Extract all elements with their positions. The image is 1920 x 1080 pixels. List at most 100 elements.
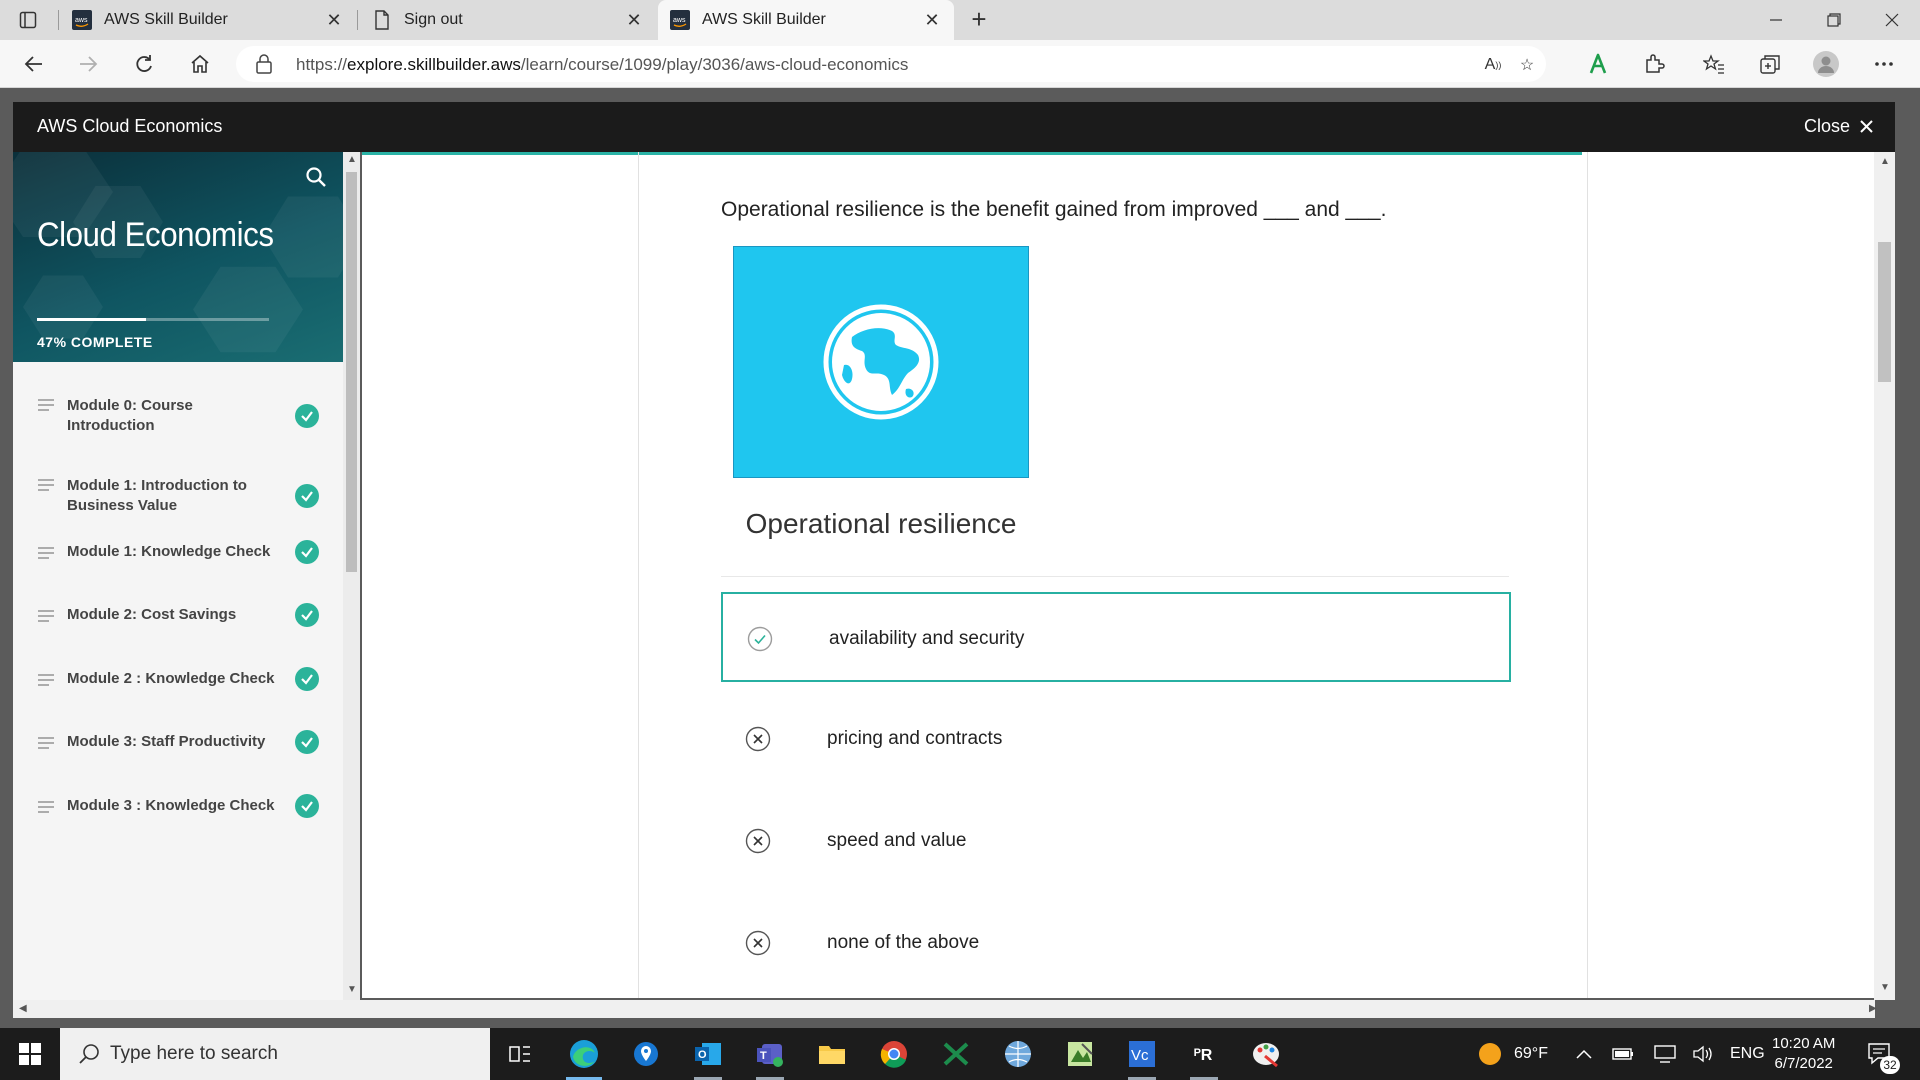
task-view-icon[interactable] bbox=[492, 1028, 548, 1080]
notifications-icon[interactable]: 32 bbox=[1866, 1028, 1900, 1080]
read-aloud-icon[interactable]: A)) bbox=[1482, 54, 1504, 76]
module-label: Module 1: Knowledge Check bbox=[67, 543, 271, 560]
drag-handle-icon bbox=[37, 800, 55, 819]
answer-option[interactable]: speed and value bbox=[721, 796, 1511, 886]
more-menu-icon[interactable] bbox=[1866, 48, 1902, 80]
new-tab-icon[interactable]: + bbox=[965, 6, 993, 34]
tab-title: Sign out bbox=[404, 11, 463, 28]
collections-icon[interactable] bbox=[1752, 48, 1788, 80]
sidebar-module-item[interactable]: Module 3: Staff Productivity bbox=[13, 726, 343, 786]
content-scroll-thumb[interactable] bbox=[1878, 242, 1891, 382]
module-label: Module 2: Cost Savings bbox=[67, 606, 237, 623]
address-bar[interactable]: https://explore.skillbuilder.aws/learn/c… bbox=[236, 46, 1546, 82]
sidebar-module-item[interactable]: Module 0: Course Introduction bbox=[13, 388, 343, 448]
close-tab-icon[interactable]: ✕ bbox=[324, 10, 344, 30]
scroll-up-icon[interactable]: ▲ bbox=[1880, 156, 1890, 167]
add-favorite-icon[interactable]: ☆ bbox=[1516, 54, 1538, 76]
visio-app-icon[interactable]: Vc bbox=[1114, 1028, 1170, 1080]
taskbar-search-box[interactable]: Type here to search bbox=[60, 1028, 490, 1080]
correct-check-icon bbox=[747, 626, 773, 652]
completed-check-icon bbox=[295, 667, 319, 691]
search-icon[interactable] bbox=[305, 166, 327, 193]
scroll-left-icon[interactable]: ◀ bbox=[19, 1003, 27, 1014]
divider bbox=[721, 576, 1509, 577]
course-sidebar: Cloud Economics 47% COMPLETE Module 0: C… bbox=[13, 152, 343, 1000]
outlook-app-icon[interactable]: O bbox=[680, 1028, 736, 1080]
weather-widget[interactable]: 69°F bbox=[1478, 1028, 1548, 1080]
scroll-down-icon[interactable]: ▼ bbox=[1880, 982, 1890, 993]
teams-app-icon[interactable]: T bbox=[742, 1028, 798, 1080]
answer-option[interactable]: availability and security bbox=[721, 592, 1511, 682]
chrome-app-icon[interactable] bbox=[866, 1028, 922, 1080]
drag-handle-icon bbox=[37, 398, 55, 417]
paint-app-icon[interactable] bbox=[1238, 1028, 1294, 1080]
extension-a-icon[interactable] bbox=[1580, 48, 1616, 80]
completed-check-icon bbox=[295, 404, 319, 428]
sidebar-module-item[interactable]: Module 1: Introduction to Business Value bbox=[13, 468, 343, 528]
taskbar-clock[interactable]: 10:20 AM 6/7/2022 bbox=[1772, 1034, 1835, 1074]
lesson-content: Operational resilience is the benefit ga… bbox=[362, 152, 1874, 998]
windows-start-icon[interactable] bbox=[0, 1028, 60, 1080]
close-course-button[interactable]: Close bbox=[1804, 116, 1873, 137]
forward-icon[interactable] bbox=[70, 48, 106, 80]
question-image bbox=[733, 246, 1029, 478]
favorites-icon[interactable] bbox=[1696, 48, 1732, 80]
file-explorer-icon[interactable] bbox=[804, 1028, 860, 1080]
battery-icon[interactable] bbox=[1612, 1028, 1634, 1080]
progress-bar bbox=[37, 318, 269, 321]
browser-tab-2[interactable]: Sign out ✕ bbox=[360, 0, 656, 40]
maps-app-icon[interactable] bbox=[618, 1028, 674, 1080]
scroll-right-icon[interactable]: ▶ bbox=[1869, 1003, 1877, 1014]
sidebar-module-item[interactable]: Module 3 : Knowledge Check bbox=[13, 790, 343, 850]
x-app-icon[interactable] bbox=[928, 1028, 984, 1080]
drawing-app-icon[interactable] bbox=[1052, 1028, 1108, 1080]
sidebar-scrollbar[interactable]: ▲ ▼ bbox=[343, 152, 360, 1000]
browser-tab-1[interactable]: aws AWS Skill Builder ✕ bbox=[60, 0, 356, 40]
r-app-icon[interactable]: ᴾR bbox=[1176, 1028, 1232, 1080]
scroll-down-icon[interactable]: ▼ bbox=[347, 984, 357, 995]
minimize-icon[interactable] bbox=[1748, 0, 1804, 40]
sidebar-course-title: Cloud Economics bbox=[37, 216, 274, 254]
content-scrollbar[interactable]: ▲ ▼ bbox=[1874, 152, 1895, 1000]
sidebar-scroll-thumb[interactable] bbox=[346, 172, 357, 572]
sidebar-module-item[interactable]: Module 2 : Knowledge Check bbox=[13, 663, 343, 723]
incorrect-x-icon bbox=[745, 828, 771, 854]
sidebar-hero: Cloud Economics 47% COMPLETE bbox=[13, 152, 343, 362]
extensions-icon[interactable] bbox=[1636, 48, 1672, 80]
browser-tab-3[interactable]: aws AWS Skill Builder ✕ bbox=[658, 0, 954, 40]
quiz-question: Operational resilience is the benefit ga… bbox=[721, 198, 1387, 221]
answer-option[interactable]: pricing and contracts bbox=[721, 694, 1511, 784]
restore-icon[interactable] bbox=[1806, 0, 1862, 40]
completed-check-icon bbox=[295, 794, 319, 818]
progress-fill bbox=[37, 318, 147, 321]
close-tab-icon[interactable]: ✕ bbox=[922, 10, 942, 30]
refresh-icon[interactable] bbox=[126, 48, 162, 80]
profile-avatar-icon[interactable] bbox=[1808, 48, 1844, 80]
scroll-up-icon[interactable]: ▲ bbox=[347, 154, 357, 165]
back-icon[interactable] bbox=[16, 48, 52, 80]
answer-option[interactable]: none of the above bbox=[721, 898, 1511, 988]
answer-text: availability and security bbox=[829, 628, 1025, 649]
page-viewport: AWS Cloud Economics Close Cloud Economic… bbox=[0, 88, 1920, 1028]
close-window-icon[interactable] bbox=[1864, 0, 1920, 40]
taskbar-search-placeholder: Type here to search bbox=[110, 1043, 278, 1064]
quiz-card: Operational resilience is the benefit ga… bbox=[638, 152, 1588, 998]
edge-app-icon[interactable] bbox=[556, 1028, 612, 1080]
sidebar-module-item[interactable]: Module 2: Cost Savings bbox=[13, 599, 343, 659]
sidebar-module-item[interactable]: Module 1: Knowledge Check bbox=[13, 536, 343, 596]
hex-decoration bbox=[23, 275, 103, 339]
incorrect-x-icon bbox=[745, 726, 771, 752]
volume-icon[interactable] bbox=[1692, 1028, 1714, 1080]
tab-actions-icon[interactable] bbox=[14, 8, 42, 32]
close-tab-icon[interactable]: ✕ bbox=[624, 10, 644, 30]
module-label: Module 2 : Knowledge Check bbox=[67, 670, 275, 687]
network-icon[interactable] bbox=[1654, 1028, 1676, 1080]
horizontal-scrollbar[interactable]: ◀ ▶ bbox=[13, 1000, 1877, 1018]
completed-check-icon bbox=[295, 540, 319, 564]
show-hidden-icons-icon[interactable] bbox=[1576, 1028, 1592, 1080]
lock-icon[interactable] bbox=[256, 54, 272, 79]
completed-check-icon bbox=[295, 484, 319, 508]
language-indicator[interactable]: ENG bbox=[1730, 1028, 1765, 1080]
home-icon[interactable] bbox=[182, 48, 218, 80]
network-app-icon[interactable] bbox=[990, 1028, 1046, 1080]
